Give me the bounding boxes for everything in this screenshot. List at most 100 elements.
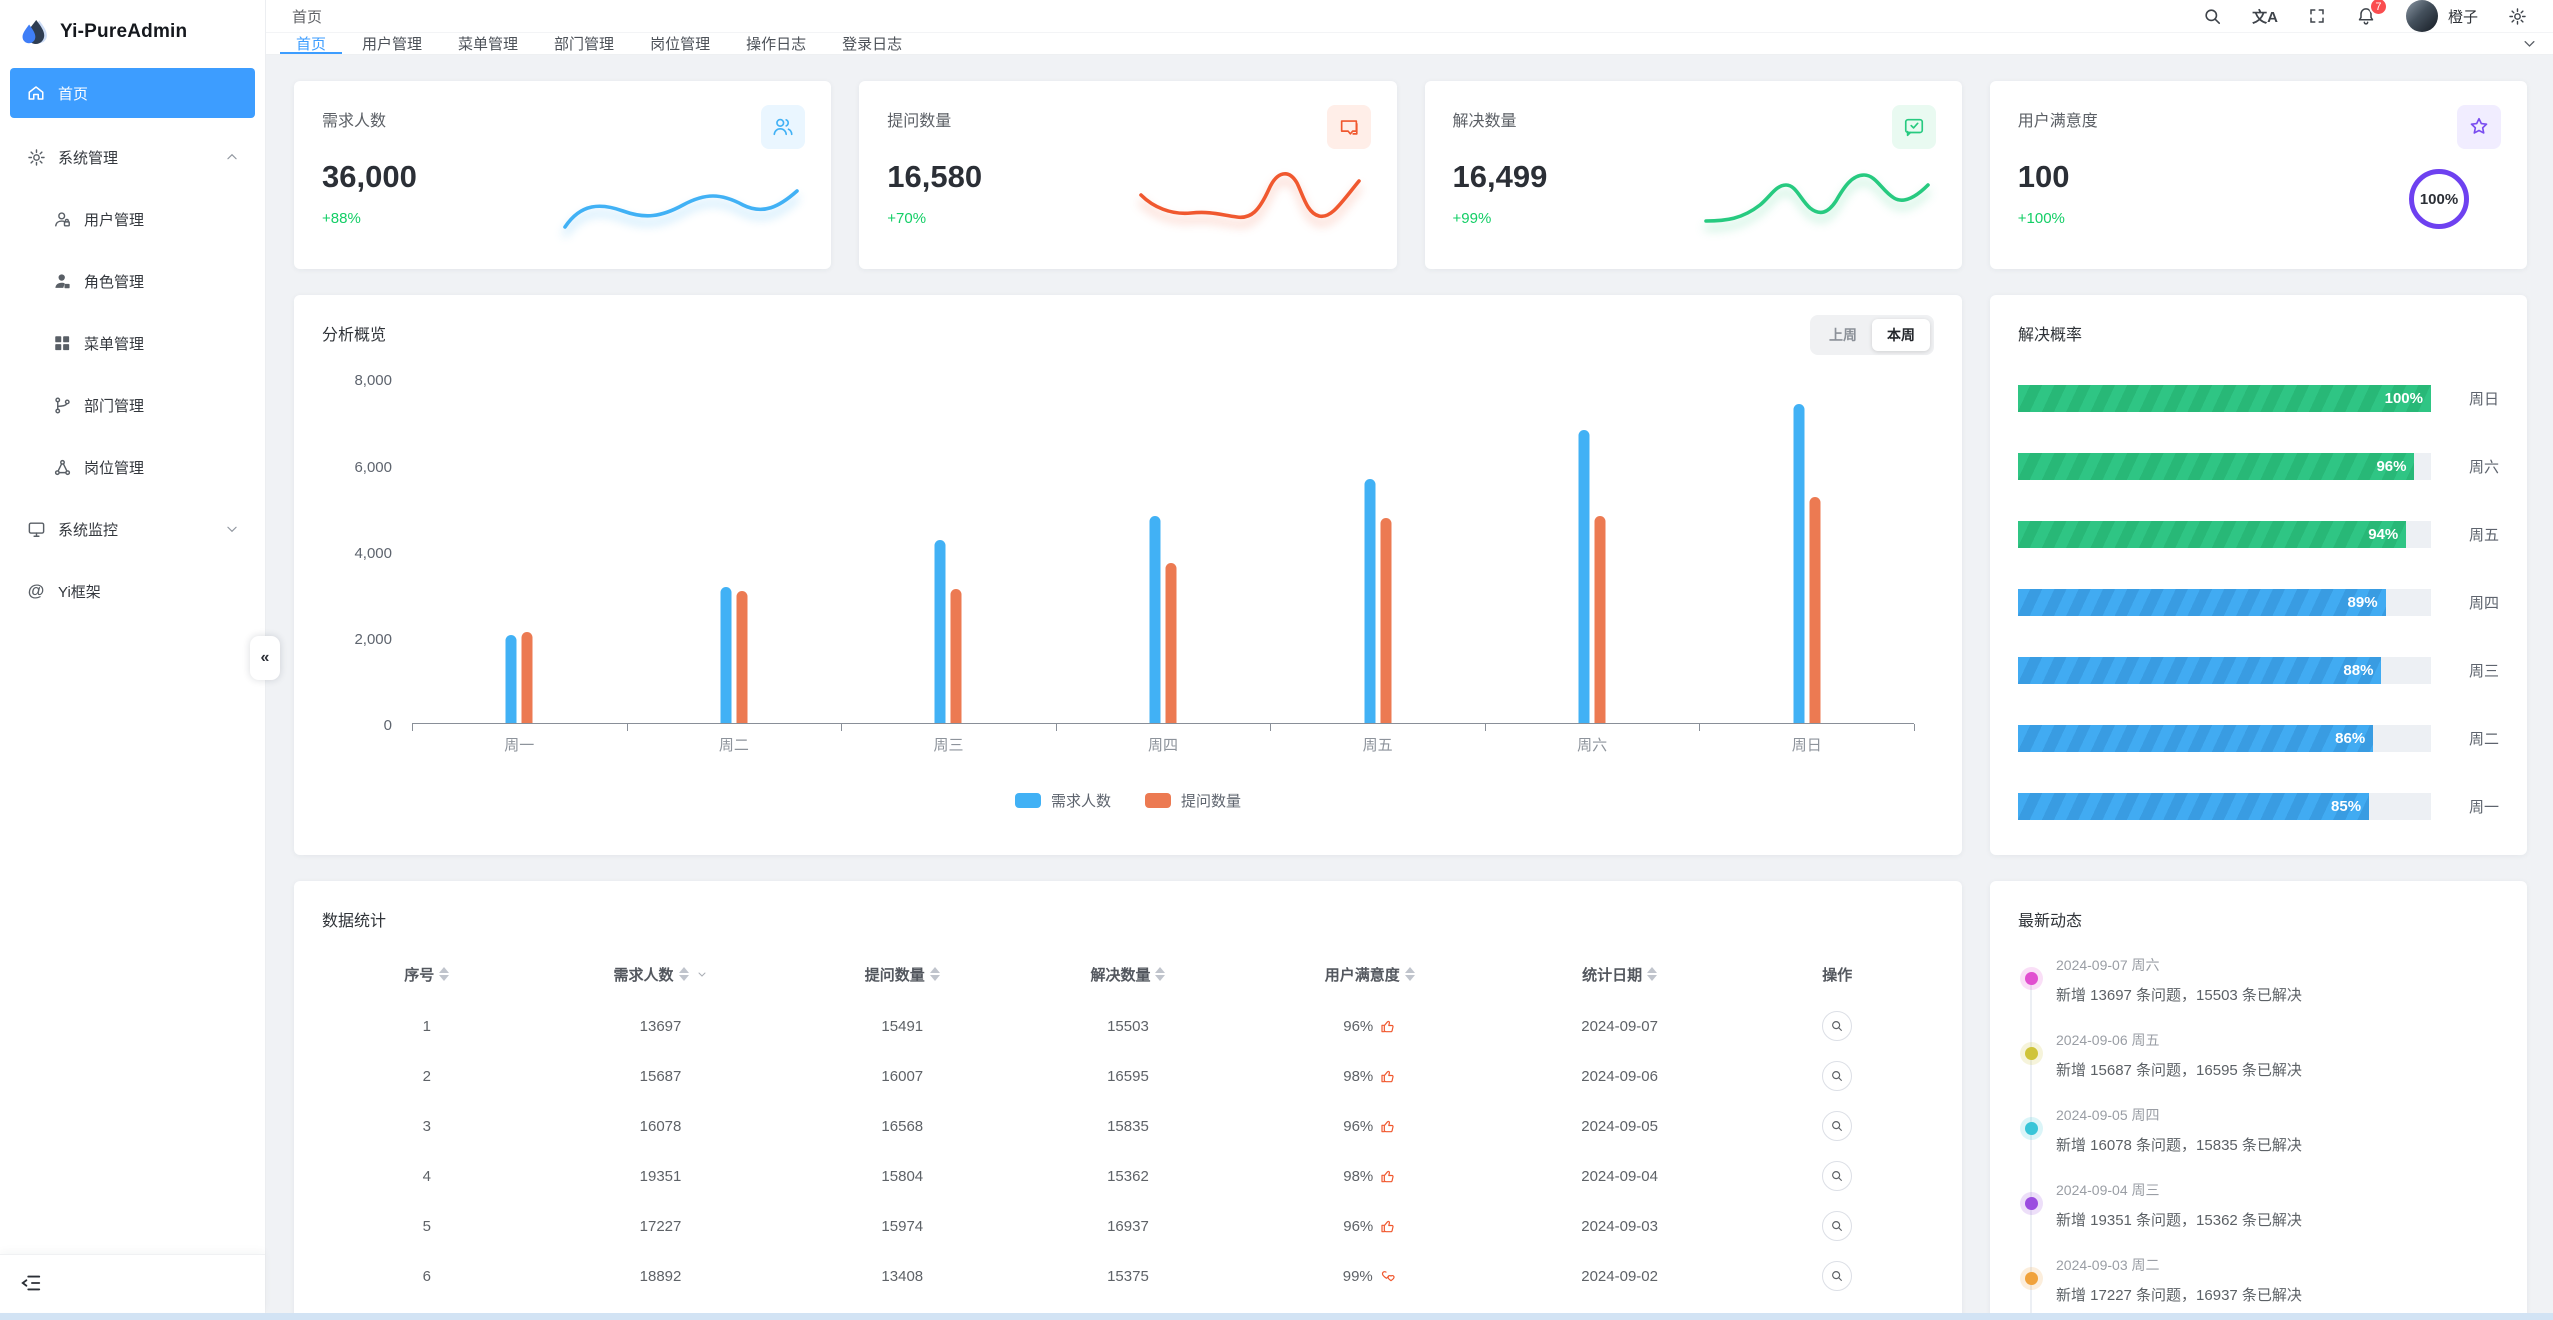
view-row-button[interactable] xyxy=(1822,1211,1852,1241)
progress-fill: 86% xyxy=(2018,725,2373,752)
data-table-card: 数据统计 序号 需求人数 提问数量 解决数量 用户满意度 xyxy=(294,881,1962,1320)
sort-caret-icon[interactable] xyxy=(439,967,449,981)
view-row-button[interactable] xyxy=(1822,1111,1852,1141)
sidebar-item-label: 菜单管理 xyxy=(84,333,144,354)
tab-home[interactable]: 首页 xyxy=(278,33,344,54)
sidebar-collapse-handle[interactable]: « xyxy=(250,636,280,680)
day-label: 周一 xyxy=(2469,796,2499,817)
bar-question[interactable] xyxy=(522,632,533,723)
col-header-satisfaction[interactable]: 用户满意度 xyxy=(1325,964,1415,985)
tab-dept-manage[interactable]: 部门管理 xyxy=(536,33,632,54)
tab-options-chevron-icon[interactable] xyxy=(2522,36,2537,51)
tab-login-log[interactable]: 登录日志 xyxy=(824,33,920,54)
bar-group-tue xyxy=(720,587,747,723)
bar-question[interactable] xyxy=(1809,497,1820,723)
bar-demand[interactable] xyxy=(1150,516,1161,723)
bar-demand[interactable] xyxy=(720,587,731,723)
x-axis-tick xyxy=(1056,724,1057,731)
bar-question[interactable] xyxy=(951,589,962,723)
sort-caret-icon[interactable] xyxy=(679,967,689,981)
fullscreen-icon[interactable] xyxy=(2308,7,2326,25)
view-row-button[interactable] xyxy=(1822,1261,1852,1291)
menu-fold-icon[interactable] xyxy=(20,1272,44,1296)
sidebar-item-system-monitor[interactable]: 系统监控 xyxy=(10,498,255,560)
settings-gear-icon[interactable] xyxy=(2508,7,2527,26)
legend-item-demand[interactable]: 需求人数 xyxy=(1015,790,1111,811)
thumbs-up-icon xyxy=(1380,1118,1396,1134)
horizontal-scrollbar[interactable] xyxy=(0,1313,2553,1320)
view-row-button[interactable] xyxy=(1822,1161,1852,1191)
timeline-date: 2024-09-05 周四 xyxy=(2056,1105,2499,1125)
bar-demand[interactable] xyxy=(506,635,517,723)
sidebar-item-home[interactable]: 首页 xyxy=(10,68,255,118)
filter-chevron-icon[interactable] xyxy=(696,968,708,980)
monitor-icon xyxy=(26,519,46,539)
sidebar-item-user-manage[interactable]: 用户管理 xyxy=(36,188,255,250)
timeline-text: 新增 15687 条问题，16595 条已解决 xyxy=(2056,1059,2499,1080)
trend-sparkline-red xyxy=(1137,161,1367,233)
col-header-no[interactable]: 序号 xyxy=(404,964,449,985)
translate-icon[interactable]: 文A xyxy=(2252,6,2278,27)
bar-demand[interactable] xyxy=(935,540,946,723)
logo-row[interactable]: Yi-PureAdmin xyxy=(0,0,265,64)
y-tick: 4,000 xyxy=(322,545,392,562)
legend-label: 提问数量 xyxy=(1181,790,1241,811)
x-label: 周六 xyxy=(1485,734,1700,755)
col-header-date[interactable]: 统计日期 xyxy=(1582,964,1657,985)
table-row: 3 16078 16568 15835 96% 2024-09-05 xyxy=(322,1101,1934,1151)
view-row-button[interactable] xyxy=(1822,1061,1852,1091)
x-axis-tick xyxy=(1914,724,1915,731)
sidebar-item-dept-manage[interactable]: 部门管理 xyxy=(36,374,255,436)
sidebar-item-system-manage[interactable]: 系统管理 xyxy=(10,126,255,188)
user-menu[interactable]: 橙子 xyxy=(2406,0,2478,32)
view-row-button[interactable] xyxy=(1822,1011,1852,1041)
bar-question[interactable] xyxy=(736,591,747,723)
sort-caret-icon[interactable] xyxy=(1155,967,1165,981)
sidebar-item-label: 首页 xyxy=(58,83,88,104)
thumbs-up-icon xyxy=(1380,1168,1396,1184)
notification-bell-icon[interactable]: 7 xyxy=(2356,6,2376,26)
user-icon xyxy=(52,209,72,229)
analysis-card: 分析概览 上周 本周 8,000 6,000 4,000 2,000 0 xyxy=(294,295,1962,855)
bar-demand[interactable] xyxy=(1364,479,1375,723)
bar-demand[interactable] xyxy=(1579,430,1590,723)
this-week-button[interactable]: 本周 xyxy=(1872,319,1930,351)
col-header-question[interactable]: 提问数量 xyxy=(865,964,940,985)
sort-caret-icon[interactable] xyxy=(1405,967,1415,981)
sort-caret-icon[interactable] xyxy=(930,967,940,981)
sidebar-item-role-manage[interactable]: 角色管理 xyxy=(36,250,255,312)
sidebar-item-post-manage[interactable]: 岗位管理 xyxy=(36,436,255,498)
bar-group-wed xyxy=(935,540,962,723)
progress-label: 96% xyxy=(2376,458,2406,475)
progress-track: 86% xyxy=(2018,725,2431,752)
chart-legend: 需求人数 提问数量 xyxy=(322,790,1934,811)
tab-user-manage[interactable]: 用户管理 xyxy=(344,33,440,54)
bottom-row: 数据统计 序号 需求人数 提问数量 解决数量 用户满意度 xyxy=(294,881,2527,1320)
timeline-item: 2024-09-03 周二 新增 17227 条问题，16937 条已解决 xyxy=(2056,1255,2499,1305)
sidebar-item-yi-framework[interactable]: @ Yi框架 xyxy=(10,560,255,622)
timeline-item: 2024-09-05 周四 新增 16078 条问题，15835 条已解决 xyxy=(2056,1105,2499,1155)
tab-op-log[interactable]: 操作日志 xyxy=(728,33,824,54)
solve-row-wed: 88% 周三 xyxy=(2018,657,2499,684)
last-week-button[interactable]: 上周 xyxy=(1814,319,1872,351)
col-header-demand[interactable]: 需求人数 xyxy=(613,964,707,985)
col-header-solved[interactable]: 解决数量 xyxy=(1090,964,1165,985)
x-label: 周三 xyxy=(841,734,1056,755)
search-icon[interactable] xyxy=(2203,7,2222,26)
legend-item-question[interactable]: 提问数量 xyxy=(1145,790,1241,811)
chevron-down-icon xyxy=(225,522,239,536)
bar-demand[interactable] xyxy=(1793,404,1804,723)
tab-post-manage[interactable]: 岗位管理 xyxy=(632,33,728,54)
sort-caret-icon[interactable] xyxy=(1647,967,1657,981)
people-icon xyxy=(761,105,805,149)
bar-question[interactable] xyxy=(1380,518,1391,723)
bar-question[interactable] xyxy=(1595,516,1606,723)
bar-group-fri xyxy=(1364,479,1391,723)
progress-label: 85% xyxy=(2331,798,2361,815)
bar-question[interactable] xyxy=(1166,563,1177,723)
sidebar-item-menu-manage[interactable]: 菜单管理 xyxy=(36,312,255,374)
collapse-glyph: « xyxy=(261,649,270,667)
tab-menu-manage[interactable]: 菜单管理 xyxy=(440,33,536,54)
home-icon xyxy=(26,83,46,103)
timeline-dot xyxy=(2025,1197,2038,1210)
